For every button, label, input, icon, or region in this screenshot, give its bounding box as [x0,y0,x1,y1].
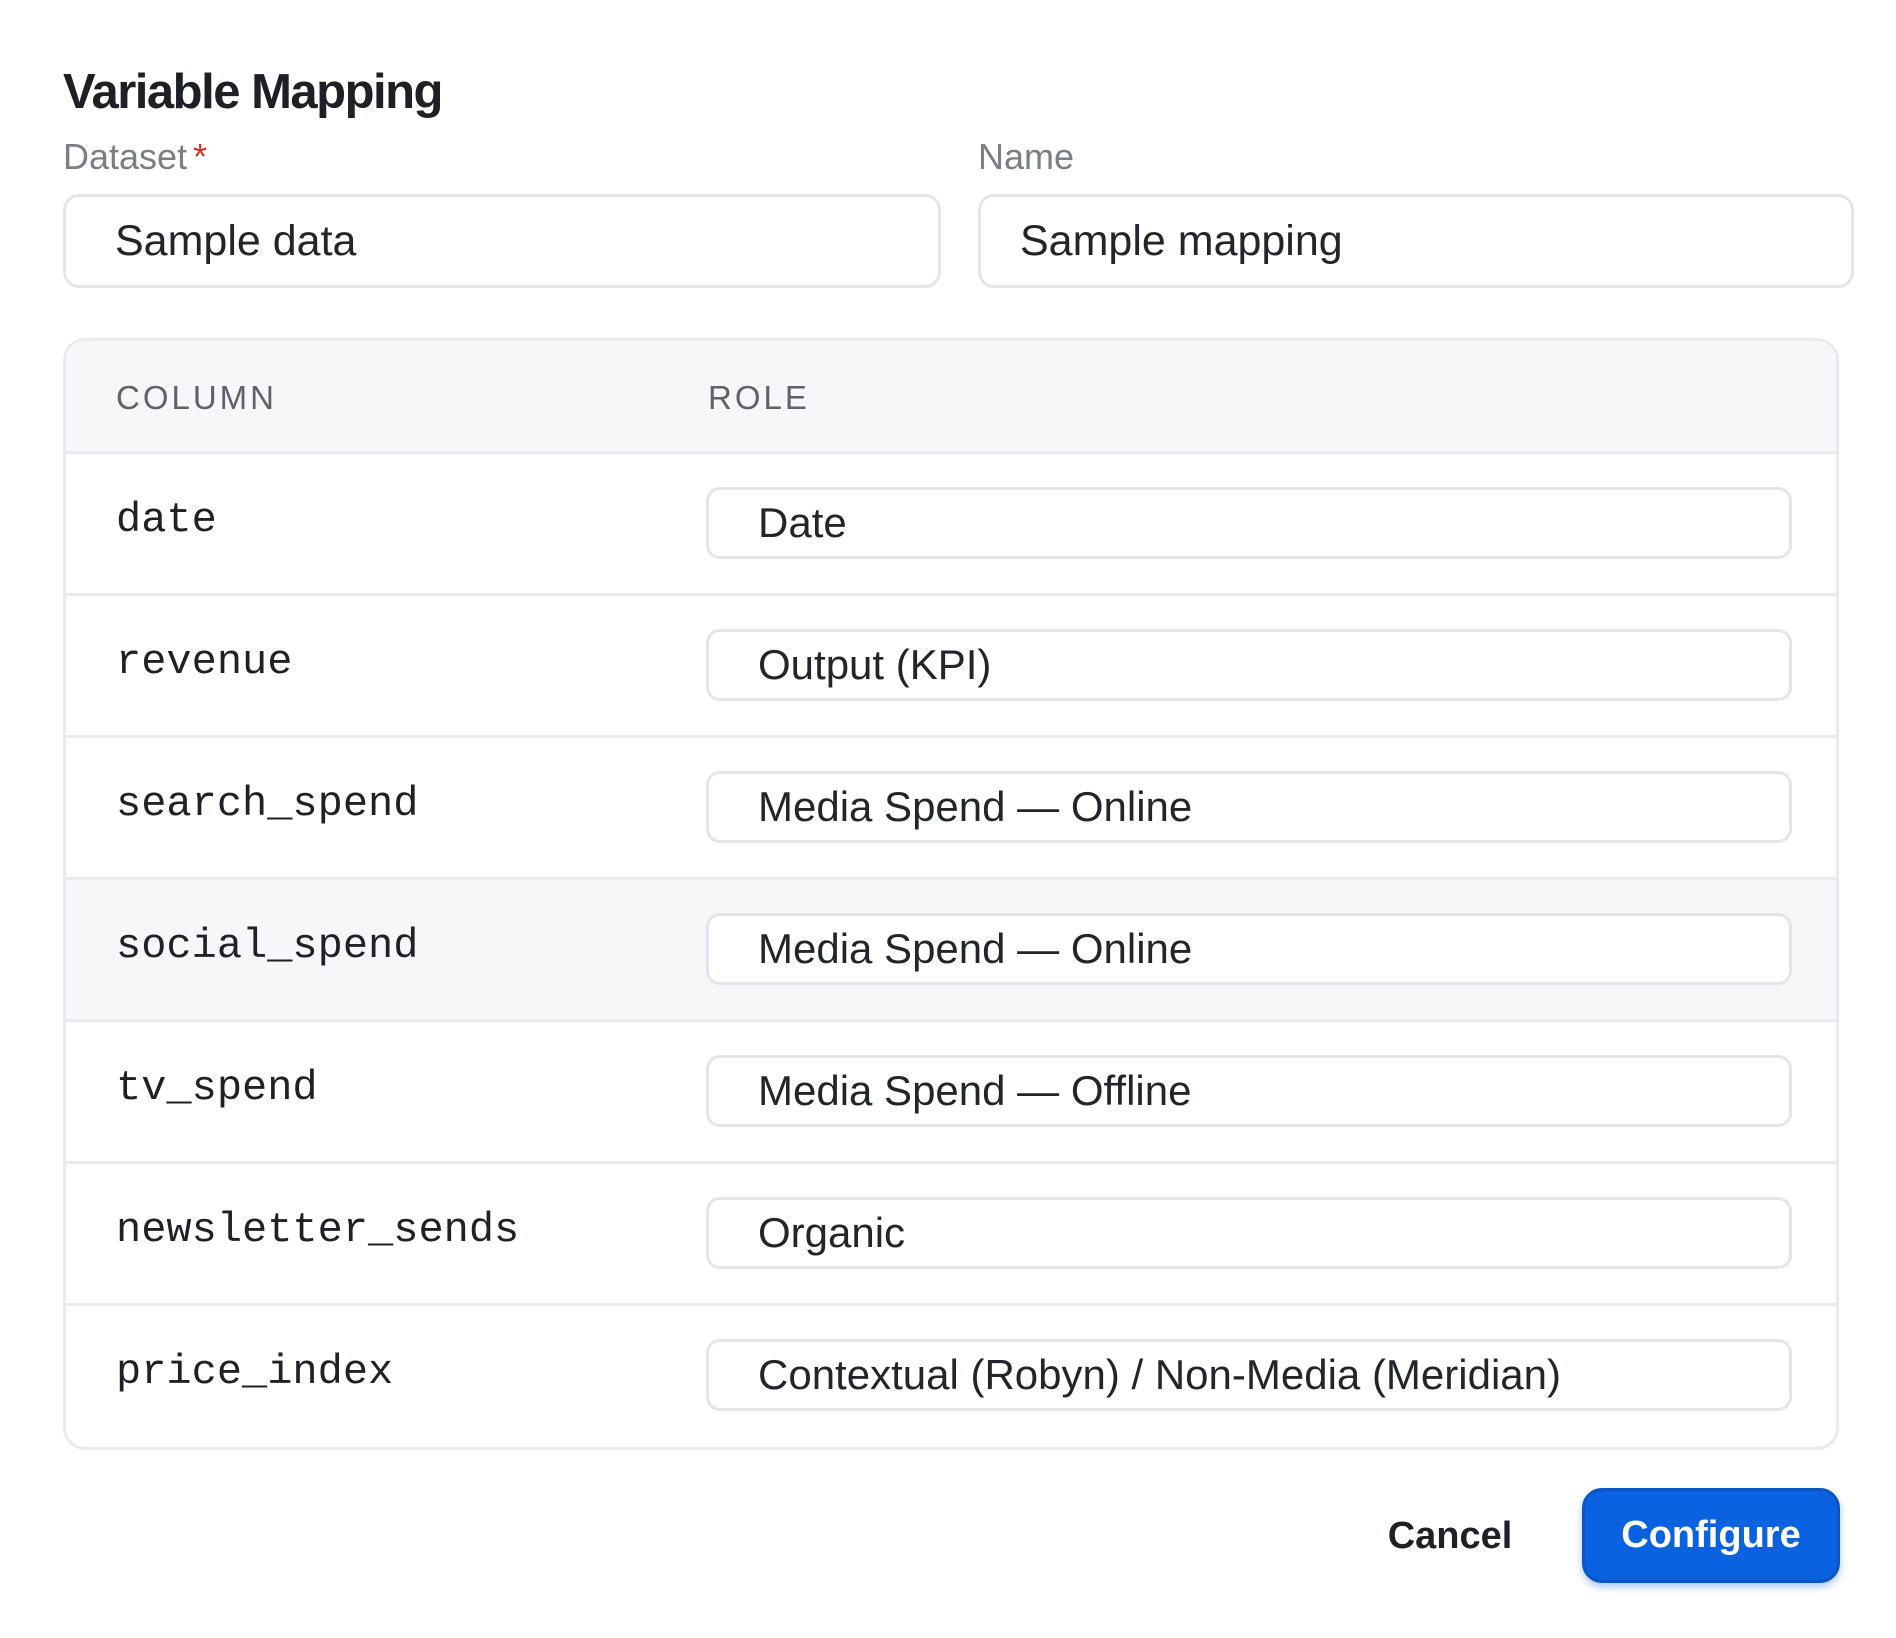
variable-mapping-dialog: Variable Mapping Dataset * Sample data Na… [0,0,1896,1638]
role-select[interactable]: Date [706,487,1792,559]
name-value: Sample mapping [1020,216,1343,265]
role-select[interactable]: Media Spend — Online [706,913,1792,985]
table-row: date Date [66,454,1836,596]
column-name: date [116,496,217,544]
table-row: social_spend Media Spend — Online [66,880,1836,1022]
table-row: search_spend Media Spend — Online [66,738,1836,880]
required-marker: * [193,136,208,177]
dataset-label: Dataset * [63,136,207,178]
configure-button[interactable]: Configure [1582,1488,1840,1583]
role-value: Organic [758,1209,906,1256]
role-value: Output (KPI) [758,641,992,688]
role-value: Contextual (Robyn) / Non-Media (Meridian… [758,1351,1561,1398]
table-row: tv_spend Media Spend — Offline [66,1022,1836,1164]
column-name: newsletter_sends [116,1206,520,1254]
column-name: tv_spend [116,1064,318,1112]
role-header: ROLE [708,379,810,416]
name-field[interactable]: Sample mapping [978,194,1854,288]
role-select[interactable]: Organic [706,1197,1792,1269]
table-row: revenue Output (KPI) [66,596,1836,738]
role-select[interactable]: Media Spend — Offline [706,1055,1792,1127]
dialog-title: Variable Mapping [63,65,443,119]
table-header: COLUMN ROLE [66,341,1836,454]
column-name: search_spend [116,780,419,828]
role-select[interactable]: Output (KPI) [706,629,1792,701]
dataset-value: Sample data [115,216,357,265]
name-label: Name [978,136,1075,177]
role-select[interactable]: Media Spend — Online [706,771,1792,843]
role-value: Media Spend — Offline [758,1067,1192,1114]
cancel-button[interactable]: Cancel [1360,1490,1540,1582]
role-value: Media Spend — Online [758,925,1193,972]
role-select[interactable]: Contextual (Robyn) / Non-Media (Meridian… [706,1339,1792,1411]
column-name: revenue [116,638,293,686]
mapping-table: COLUMN ROLE date Date revenue Output (KP… [63,338,1839,1450]
column-name: social_spend [116,922,419,970]
table-row: newsletter_sends Organic [66,1164,1836,1306]
column-header: COLUMN [116,379,278,416]
table-row: price_index Contextual (Robyn) / Non-Med… [66,1306,1836,1447]
role-value: Media Spend — Online [758,783,1193,830]
dataset-field[interactable]: Sample data [63,194,941,288]
role-value: Date [758,499,847,546]
dataset-label-text: Dataset [63,136,188,177]
column-name: price_index [116,1348,394,1396]
